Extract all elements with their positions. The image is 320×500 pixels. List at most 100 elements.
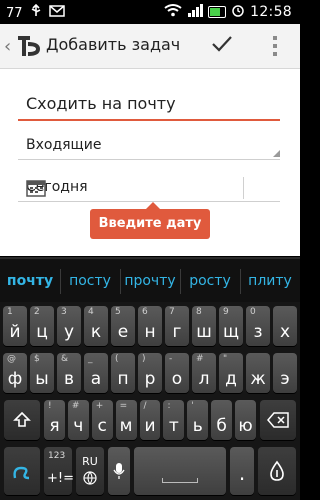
key-label: ю: [238, 416, 253, 436]
suggestion-item[interactable]: прочту: [120, 259, 180, 304]
key-м[interactable]: = м: [115, 400, 137, 440]
shift-key[interactable]: [4, 400, 40, 440]
key-ц[interactable]: 2ц: [30, 306, 54, 346]
alarm-icon: [231, 3, 245, 21]
overflow-menu-icon[interactable]: [272, 36, 278, 58]
key-label: д: [225, 369, 237, 389]
key-alt-label: 1: [7, 307, 13, 317]
list-select[interactable]: Входящие: [18, 135, 280, 160]
suggestion-item[interactable]: плиту: [240, 259, 300, 304]
back-icon[interactable]: ‹: [4, 36, 11, 57]
key-д[interactable]: " д: [219, 353, 243, 393]
key-ь[interactable]: ' ь: [187, 400, 209, 440]
task-title-input[interactable]: Сходить на почту: [18, 89, 280, 121]
key-alt-label: #: [71, 401, 80, 411]
key-label: с: [97, 416, 107, 436]
key-label: э: [280, 369, 290, 389]
key-ю[interactable]: ю: [235, 400, 256, 440]
microphone-key[interactable]: [108, 447, 130, 495]
calendar-icon[interactable]: [26, 179, 46, 197]
key-ч[interactable]: # ч: [67, 400, 89, 440]
key-я[interactable]: ! я: [44, 400, 65, 440]
key-label: х: [279, 322, 291, 342]
period-key[interactable]: .: [230, 447, 254, 495]
key-alt-label: !: [48, 401, 52, 411]
suggestion-item[interactable]: посту: [60, 259, 120, 304]
key-к[interactable]: 4к: [84, 306, 108, 346]
mail-icon: [48, 5, 65, 21]
key-alt-label: (: [115, 354, 119, 364]
keyboard: 1й2ц3у4к5е6н7г8ш9щ0зх @ ф $ ы & в _ а(п) р - о # л " д…: [0, 302, 300, 500]
key-alt-label: 9: [223, 307, 229, 317]
key-о[interactable]: -о: [165, 353, 189, 393]
key-е[interactable]: 5е: [111, 306, 135, 346]
key-label: ь: [192, 416, 203, 436]
key-с[interactable]: + с: [91, 400, 113, 440]
key-ы[interactable]: $ ы: [30, 353, 54, 393]
key-alt-label: 4: [88, 307, 94, 317]
key-alt-label: 7: [169, 307, 175, 317]
key-ш[interactable]: 8ш: [192, 306, 216, 346]
key-label: ы: [35, 369, 49, 389]
key-и[interactable]: / и: [139, 400, 161, 440]
signal-icon: [187, 3, 204, 21]
key-з[interactable]: 0з: [246, 306, 270, 346]
key-р[interactable]: ) р: [138, 353, 162, 393]
key-б[interactable]: б: [211, 400, 233, 440]
key-щ[interactable]: 9щ: [219, 306, 243, 346]
app-logo-icon[interactable]: [16, 32, 42, 60]
screen-title: Добавить задач: [46, 35, 181, 54]
key-label: т: [168, 416, 179, 436]
key-label: и: [144, 416, 156, 436]
key-а[interactable]: _ а: [84, 353, 108, 393]
key-л[interactable]: # л: [192, 353, 216, 393]
key-й[interactable]: 1й: [3, 306, 27, 346]
key-т[interactable]: :т: [163, 400, 185, 440]
key-alt-label: _: [88, 354, 93, 364]
key-х[interactable]: х: [273, 306, 297, 346]
clock: 12:58: [250, 4, 292, 20]
key-alt-label: 5: [115, 307, 121, 317]
suggestion-item[interactable]: росту: [180, 259, 240, 304]
key-у[interactable]: 3у: [57, 306, 81, 346]
key-label: в: [63, 369, 75, 389]
save-checkmark-button[interactable]: [210, 32, 234, 56]
backspace-icon: [260, 400, 296, 440]
key-label: м: [119, 416, 133, 436]
usb-icon: [29, 3, 43, 22]
key-label: ж: [250, 369, 266, 389]
language-key[interactable]: RU: [76, 447, 104, 495]
key-ф[interactable]: @ ф: [3, 353, 27, 393]
key-п[interactable]: (п: [111, 353, 135, 393]
tooltip-pointer: [146, 202, 160, 209]
dropdown-corner-icon: [273, 150, 280, 157]
globe-icon: [76, 471, 104, 485]
swype-drag-key[interactable]: [258, 447, 296, 495]
key-э[interactable]: э: [273, 353, 297, 393]
date-input[interactable]: Сегодня: [18, 175, 280, 202]
key-label: щ: [222, 322, 239, 342]
swype-icon: [4, 447, 40, 495]
swype-drag-icon: [258, 447, 296, 495]
key-label: й: [9, 322, 21, 342]
space-icon: [162, 478, 198, 483]
key-ж[interactable]: ж: [246, 353, 270, 393]
key-в[interactable]: & в: [57, 353, 81, 393]
key-label: а: [90, 369, 102, 389]
key-label: ц: [36, 322, 48, 342]
symbols-key[interactable]: 123 +!=: [44, 447, 74, 495]
key-alt-label: ): [142, 354, 146, 364]
backspace-key[interactable]: [260, 400, 296, 440]
language-label: RU: [82, 455, 98, 468]
swype-key[interactable]: [4, 447, 40, 495]
key-label: к: [90, 322, 102, 342]
key-г[interactable]: 7г: [165, 306, 189, 346]
key-label: ф: [7, 369, 23, 389]
space-bar[interactable]: [134, 447, 226, 495]
key-label: р: [144, 369, 156, 389]
suggestion-item[interactable]: почту: [0, 259, 60, 304]
key-н[interactable]: 6н: [138, 306, 162, 346]
key-label: о: [171, 369, 183, 389]
key-alt-label: -: [169, 354, 173, 364]
key-label: л: [198, 369, 210, 389]
